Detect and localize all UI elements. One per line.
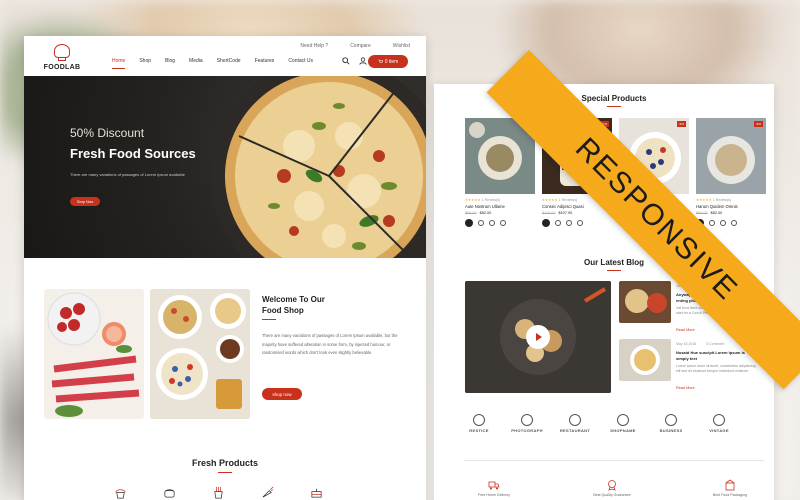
special-products-title: Special Products: [581, 94, 647, 103]
rating: ★★★★★ 1 Review(s): [465, 198, 501, 202]
service-quality: Best Quality Guarantee: [592, 479, 632, 497]
blog-thumbnail[interactable]: [619, 281, 671, 323]
read-more-link[interactable]: Read More: [676, 328, 695, 332]
divider: [464, 460, 764, 461]
pizza-image: [211, 76, 426, 258]
wishlist-link[interactable]: Wishlist: [393, 43, 410, 49]
quickview-icon[interactable]: [500, 220, 506, 226]
bread-icon[interactable]: [163, 486, 176, 499]
blog-video[interactable]: [465, 281, 611, 393]
product-card[interactable]: -5% ★★★★★ 1 Review(s) Aute Nostrum Ullam…: [465, 118, 535, 227]
rating: ★★★★★ 1 Review(s): [696, 198, 732, 202]
carrot-icon[interactable]: [261, 486, 274, 499]
cupcake-icon[interactable]: [114, 486, 127, 499]
service-packaging: Best Food Packaging: [710, 479, 750, 497]
add-to-cart-icon[interactable]: [465, 219, 473, 227]
product-name[interactable]: Harum Quidem Omnis: [696, 204, 766, 209]
welcome-text: There are many variations of passages of…: [262, 333, 398, 355]
product-name[interactable]: Aute Nostrum Ullame: [465, 204, 535, 209]
quickview-icon[interactable]: [731, 220, 737, 226]
title-underline: [262, 319, 276, 320]
top-links: Need Help ? Compare Wishlist: [300, 43, 410, 49]
compare-icon[interactable]: [720, 220, 726, 226]
hero-discount: 50% Discount: [70, 126, 145, 140]
welcome-title: Welcome To Our Food Shop: [262, 295, 325, 315]
product-price: $115.00 $107.00: [542, 211, 573, 215]
hero-description: There are many variations of passages of…: [70, 172, 185, 177]
blog-excerpt: Lorem ipsum dolor sit amet, consectetur …: [676, 364, 756, 373]
wishlist-icon[interactable]: [555, 220, 561, 226]
nav-home[interactable]: Home: [112, 58, 126, 69]
blog-post-title[interactable]: Nosaid Hue suscipit Lorem Ipsum is simpl…: [676, 350, 756, 362]
cart-count: 0 item: [384, 58, 399, 65]
search-icon[interactable]: [342, 57, 350, 65]
services-row: Free Home Delivery Best Quality Guarante…: [474, 479, 750, 497]
package-icon: [725, 479, 735, 491]
chef-hat-icon: [54, 44, 70, 61]
nav-contact[interactable]: Contact Us: [288, 58, 313, 64]
quickview-icon[interactable]: [577, 220, 583, 226]
product-card[interactable]: -8% ★★★★★ 1 Review(s) Harum Quidem Omnis…: [696, 118, 766, 227]
discount-badge: -6%: [676, 121, 686, 127]
brand-logo[interactable]: RESTAURANT: [558, 414, 592, 433]
nav-shop[interactable]: Shop: [139, 58, 151, 64]
compare-icon[interactable]: [489, 220, 495, 226]
truck-icon: [488, 481, 500, 490]
brand-logo[interactable]: PHOTOGRAPH: [510, 414, 544, 433]
compare-link[interactable]: Compare: [350, 43, 371, 49]
fries-icon[interactable]: [212, 486, 225, 499]
product-price: $96.00 $82.00: [465, 211, 492, 215]
blog-thumbnail[interactable]: [619, 339, 671, 381]
cake-icon[interactable]: [310, 486, 323, 499]
nav-features[interactable]: Features: [255, 58, 275, 64]
fresh-products-title: Fresh Products: [191, 458, 258, 468]
cart-icon: [378, 59, 383, 63]
user-icon[interactable]: [359, 57, 367, 65]
category-icons: [114, 486, 323, 499]
nav-blog[interactable]: Blog: [165, 58, 175, 64]
wishlist-icon[interactable]: [478, 220, 484, 226]
logo[interactable]: FOODLAB: [42, 44, 82, 71]
product-image: -8%: [696, 118, 766, 194]
wishlist-icon[interactable]: [709, 220, 715, 226]
logo-text: FOODLAB: [43, 64, 81, 71]
service-delivery: Free Home Delivery: [474, 479, 514, 497]
compare-icon[interactable]: [566, 220, 572, 226]
nav-shortcode[interactable]: ShortCode: [217, 58, 241, 64]
brand-logo[interactable]: VINTAGE: [702, 414, 736, 433]
desktop-mockup: Need Help ? Compare Wishlist FOODLAB Hom…: [24, 36, 426, 500]
brand-logo[interactable]: RESTICE: [462, 414, 496, 433]
welcome-shop-button[interactable]: shop now: [262, 388, 302, 400]
badge-icon: [608, 480, 616, 491]
cart-button[interactable]: 0 item: [368, 55, 408, 68]
nav-media[interactable]: Media: [189, 58, 203, 64]
brand-logo[interactable]: BUSINESS: [654, 414, 688, 433]
main-nav: Home Shop Blog Media ShortCode Features …: [112, 58, 313, 69]
fruit-image: [44, 289, 144, 419]
shop-now-button[interactable]: Shop Now: [70, 197, 100, 206]
blog-meta: May 18,2018 0 Comment: [676, 342, 725, 346]
need-help-link[interactable]: Need Help ?: [300, 43, 328, 49]
play-icon[interactable]: [526, 325, 550, 349]
brand-logos: RESTICE PHOTOGRAPH RESTAURANT SHOPNAME B…: [462, 414, 772, 433]
hero-banner: 50% Discount Fresh Food Sources There ar…: [24, 76, 426, 258]
hero-title: Fresh Food Sources: [70, 146, 196, 161]
read-more-link[interactable]: Read More: [676, 386, 695, 390]
fresh-underline: [218, 472, 232, 473]
food-bowls-image: [150, 289, 250, 419]
brand-logo[interactable]: SHOPNAME: [606, 414, 640, 433]
discount-badge: -8%: [753, 121, 763, 127]
add-to-cart-icon[interactable]: [542, 219, 550, 227]
product-price: $90.00 $82.00: [696, 211, 723, 215]
